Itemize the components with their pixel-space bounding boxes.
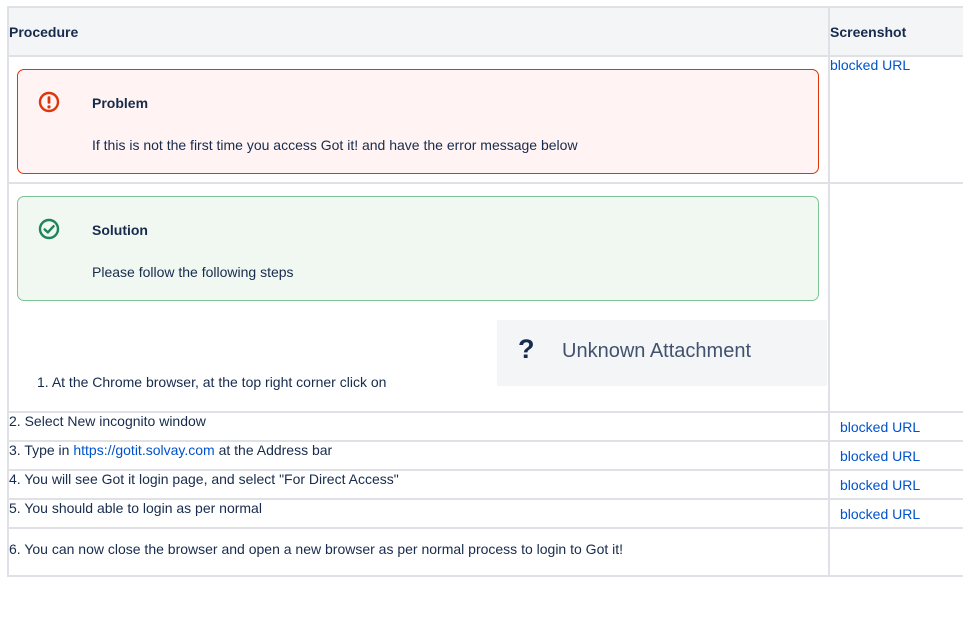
screenshot-cell: blocked URL [828, 55, 963, 184]
table-row: 6. You can now close the browser and ope… [7, 527, 963, 577]
step-cell: 3. Type in https://gotit.solvay.com at t… [7, 440, 830, 471]
step-cell: 2. Select New incognito window [7, 411, 830, 442]
screenshot-cell: blocked URL [828, 498, 963, 529]
screenshot-cell: blocked URL [828, 440, 963, 471]
screenshot-link[interactable]: blocked URL [840, 477, 920, 493]
check-circle-icon [38, 218, 60, 240]
step-1-text: 1. At the Chrome browser, at the top rig… [37, 374, 387, 390]
step-1: 1. At the Chrome browser, at the top rig… [9, 301, 828, 406]
question-mark-icon: ? [518, 334, 535, 364]
screenshot-link[interactable]: blocked URL [840, 448, 920, 464]
screenshot-cell [828, 182, 963, 413]
exclamation-circle-icon [38, 91, 60, 113]
table-row: 4. You will see Got it login page, and s… [7, 469, 963, 500]
screenshot-cell: blocked URL [828, 411, 963, 442]
problem-title: Problem [92, 95, 149, 111]
problem-panel: Problem If this is not the first time yo… [17, 69, 819, 174]
screenshot-link[interactable]: blocked URL [830, 57, 910, 73]
header-screenshot: Screenshot [828, 6, 963, 57]
header-procedure: Procedure [7, 6, 830, 57]
gotit-url-link[interactable]: https://gotit.solvay.com [73, 442, 214, 458]
table-row: 5. You should able to login as per norma… [7, 498, 963, 529]
solution-panel: Solution Please follow the following ste… [17, 196, 819, 301]
procedure-cell: Problem If this is not the first time yo… [7, 55, 830, 184]
table-row: 3. Type in https://gotit.solvay.com at t… [7, 440, 963, 471]
table-header-row: Procedure Screenshot [7, 6, 963, 57]
solution-body: Please follow the following steps [92, 264, 294, 280]
step-cell: 6. You can now close the browser and ope… [7, 527, 830, 577]
table-row-solution: Solution Please follow the following ste… [7, 182, 963, 413]
table-row-problem: Problem If this is not the first time yo… [7, 55, 963, 184]
procedure-cell: Solution Please follow the following ste… [7, 182, 830, 413]
procedure-table: Procedure Screenshot Problem If this is … [7, 6, 963, 577]
problem-body: If this is not the first time you access… [92, 137, 578, 153]
screenshot-link[interactable]: blocked URL [840, 419, 920, 435]
step-cell: 5. You should able to login as per norma… [7, 498, 830, 529]
step-cell: 4. You will see Got it login page, and s… [7, 469, 830, 500]
unknown-attachment[interactable]: ? Unknown Attachment [497, 320, 827, 386]
screenshot-cell: blocked URL [828, 469, 963, 500]
table-row: 2. Select New incognito window blocked U… [7, 411, 963, 442]
attachment-label: Unknown Attachment [562, 340, 751, 362]
screenshot-cell [828, 527, 963, 577]
solution-title: Solution [92, 222, 148, 238]
screenshot-link[interactable]: blocked URL [840, 506, 920, 522]
